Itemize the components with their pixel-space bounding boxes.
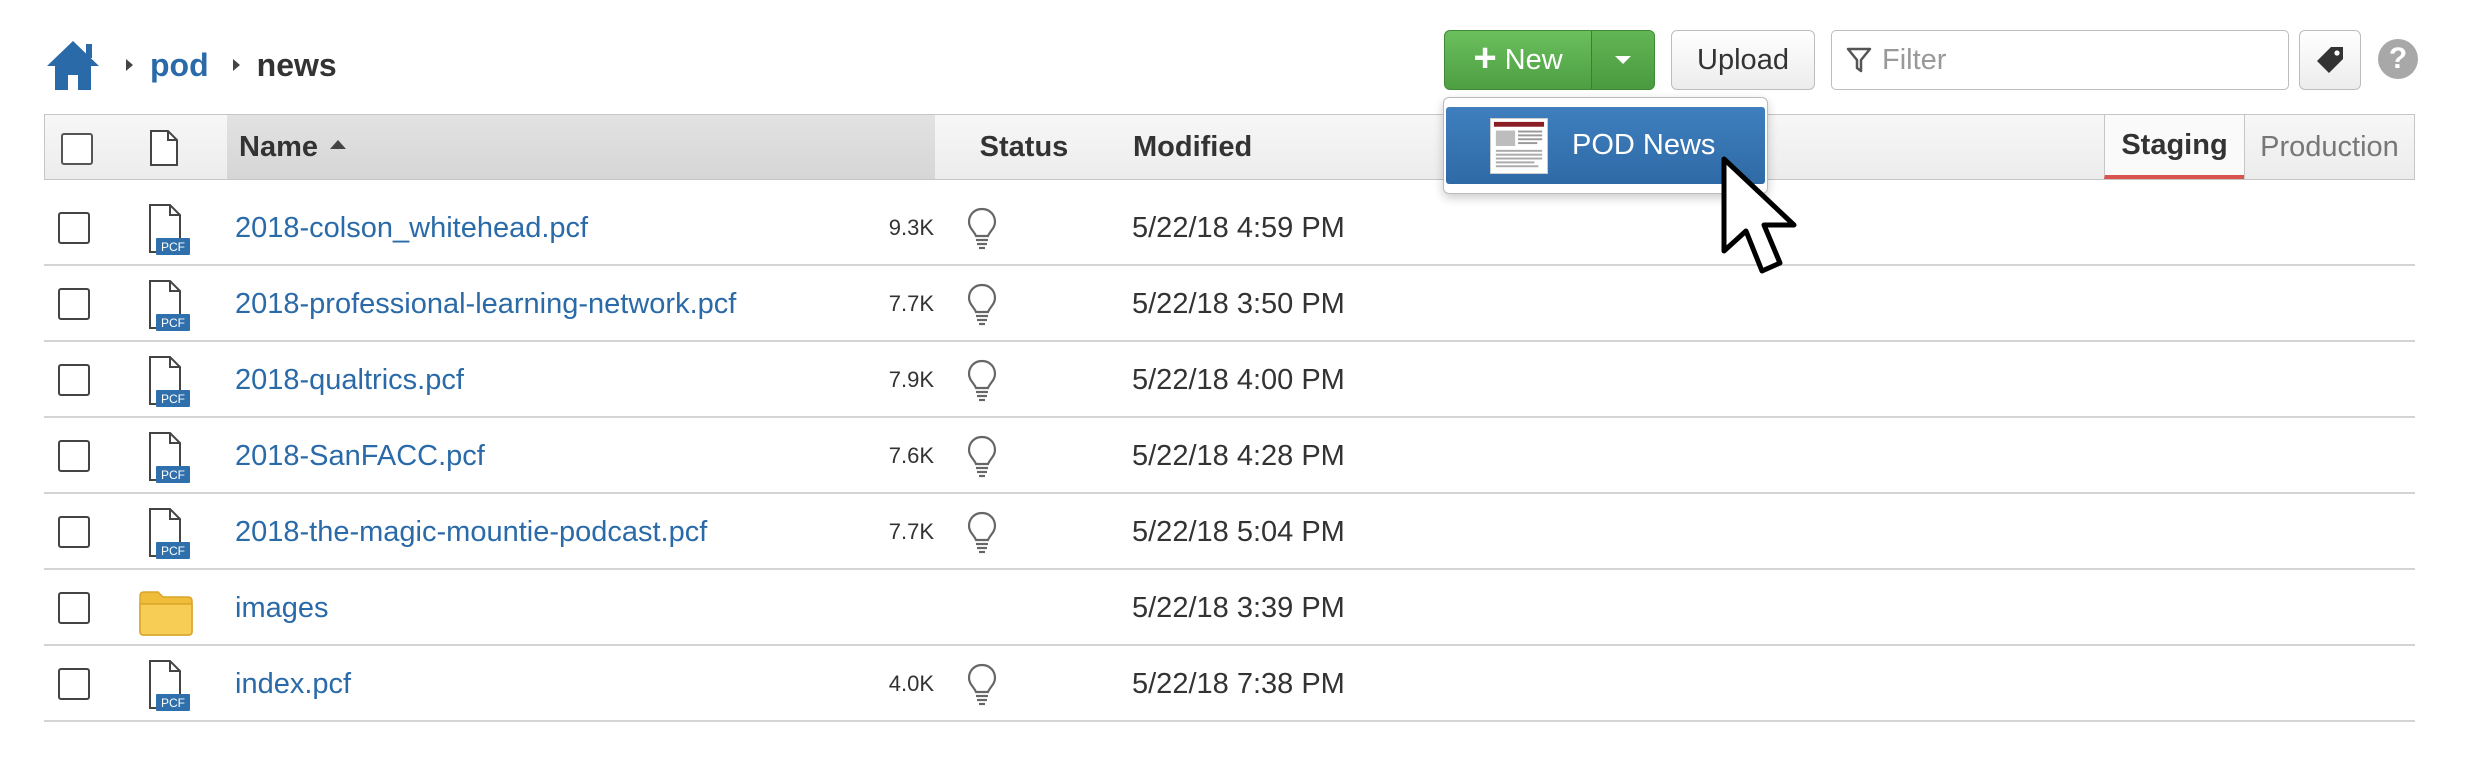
- tag-button[interactable]: [2299, 30, 2361, 90]
- file-size: 4.0K: [888, 671, 934, 696]
- chevron-down-icon: [1615, 56, 1631, 64]
- pcf-file-icon: PCF: [149, 204, 190, 255]
- tab-staging[interactable]: Staging: [2104, 115, 2244, 179]
- pcf-file-icon: PCF: [149, 508, 190, 559]
- file-icon: [150, 130, 178, 166]
- table-header: Name Status Modified Staging Production: [44, 114, 2415, 180]
- file-badge: PCF: [161, 392, 185, 406]
- pcf-file-icon: PCF: [149, 660, 190, 711]
- modified-date: 5/22/18 4:59 PM: [1132, 211, 1345, 244]
- new-button-label: New: [1504, 43, 1563, 76]
- file-size: 7.9K: [888, 367, 934, 392]
- file-size: 9.3K: [888, 215, 934, 240]
- breadcrumb-link-pod[interactable]: pod: [150, 47, 209, 84]
- modified-date: 5/22/18 4:28 PM: [1132, 439, 1345, 472]
- row-checkbox[interactable]: [58, 212, 90, 244]
- help-icon[interactable]: ?: [2378, 39, 2418, 79]
- row-checkbox[interactable]: [58, 440, 90, 472]
- file-size: 7.7K: [888, 291, 934, 316]
- template-thumbnail-icon: [1490, 117, 1548, 174]
- tab-production[interactable]: Production: [2244, 115, 2414, 179]
- caret-right-icon: [126, 59, 133, 71]
- folder-icon: [139, 591, 193, 636]
- lightbulb-icon: [967, 359, 997, 402]
- lightbulb-icon: [967, 511, 997, 554]
- breadcrumb-current: news: [256, 46, 337, 83]
- pcf-file-icon: PCF: [149, 280, 190, 331]
- row-checkbox[interactable]: [58, 364, 90, 396]
- funnel-icon: [1846, 47, 1872, 73]
- table-row[interactable]: PCF 2018-qualtrics.pcf 7.9K 5/22/18 4:00…: [44, 342, 2415, 418]
- column-header-modified[interactable]: Modified: [1087, 115, 1252, 179]
- modified-date: 5/22/18 3:50 PM: [1132, 287, 1345, 320]
- menu-item-pod-news[interactable]: POD News: [1446, 107, 1765, 184]
- filter-field[interactable]: [1831, 30, 2289, 90]
- table-row[interactable]: PCF 2018-colson_whitehead.pcf 9.3K 5/22/…: [44, 190, 2415, 266]
- lightbulb-icon: [967, 663, 997, 706]
- modified-date: 5/22/18 7:38 PM: [1132, 667, 1345, 700]
- file-badge: PCF: [161, 240, 185, 254]
- mouse-cursor-icon: [1721, 156, 1797, 274]
- row-checkbox[interactable]: [58, 592, 90, 624]
- new-button[interactable]: + New: [1444, 30, 1591, 90]
- file-name-link[interactable]: 2018-the-magic-mountie-podcast.pcf: [235, 494, 707, 570]
- table-row[interactable]: images 5/22/18 3:39 PM: [44, 570, 2415, 646]
- file-size: 7.6K: [888, 443, 934, 468]
- menu-item-label: POD News: [1572, 129, 1716, 161]
- row-checkbox[interactable]: [58, 516, 90, 548]
- table-row[interactable]: PCF 2018-SanFACC.pcf 7.6K 5/22/18 4:28 P…: [44, 418, 2415, 494]
- column-header-status: Status: [979, 130, 1069, 163]
- pcf-file-icon: PCF: [149, 432, 190, 483]
- lightbulb-icon: [967, 435, 997, 478]
- file-name-link[interactable]: 2018-qualtrics.pcf: [235, 342, 464, 418]
- file-badge: PCF: [161, 468, 185, 482]
- file-name-link[interactable]: 2018-SanFACC.pcf: [235, 418, 485, 494]
- file-name-link[interactable]: images: [235, 570, 329, 646]
- lightbulb-icon: [967, 207, 997, 250]
- file-list: PCF 2018-colson_whitehead.pcf 9.3K 5/22/…: [44, 190, 2415, 722]
- upload-button[interactable]: Upload: [1671, 30, 1815, 90]
- filter-input[interactable]: [1880, 42, 2270, 78]
- row-checkbox[interactable]: [58, 288, 90, 320]
- select-all-checkbox[interactable]: [61, 133, 93, 165]
- plus-icon: +: [1473, 36, 1497, 80]
- tag-icon: [2317, 47, 2343, 73]
- environment-tabs: Staging Production: [2104, 115, 2414, 179]
- file-name-link[interactable]: index.pcf: [235, 646, 351, 722]
- file-badge: PCF: [161, 544, 185, 558]
- table-row[interactable]: PCF index.pcf 4.0K 5/22/18 7:38 PM: [44, 646, 2415, 722]
- column-header-name[interactable]: Name: [227, 115, 935, 179]
- pcf-file-icon: PCF: [149, 356, 190, 407]
- file-badge: PCF: [161, 696, 185, 710]
- column-header-name-label: Name: [239, 130, 318, 163]
- table-row[interactable]: PCF 2018-professional-learning-network.p…: [44, 266, 2415, 342]
- home-icon[interactable]: [44, 38, 102, 92]
- sort-ascending-icon: [330, 139, 346, 149]
- file-name-link[interactable]: 2018-colson_whitehead.pcf: [235, 190, 588, 266]
- breadcrumb: pod news: [44, 30, 337, 100]
- table-row[interactable]: PCF 2018-the-magic-mountie-podcast.pcf 7…: [44, 494, 2415, 570]
- caret-right-icon: [232, 59, 240, 71]
- row-checkbox[interactable]: [58, 668, 90, 700]
- modified-date: 5/22/18 4:00 PM: [1132, 363, 1345, 396]
- file-badge: PCF: [161, 316, 185, 330]
- new-dropdown-toggle[interactable]: [1591, 30, 1655, 90]
- file-size: 7.7K: [888, 519, 934, 544]
- lightbulb-icon: [967, 283, 997, 326]
- file-name-link[interactable]: 2018-professional-learning-network.pcf: [235, 266, 736, 342]
- modified-date: 5/22/18 5:04 PM: [1132, 515, 1345, 548]
- file-size: [834, 570, 934, 646]
- modified-date: 5/22/18 3:39 PM: [1132, 591, 1345, 624]
